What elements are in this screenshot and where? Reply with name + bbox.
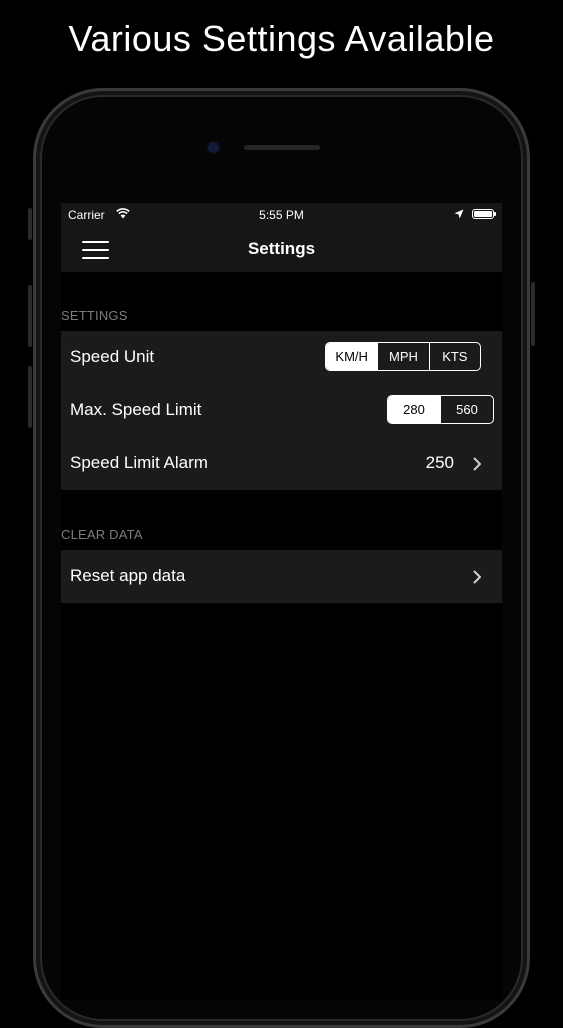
status-bar: Carrier 5:55 PM	[61, 203, 502, 227]
max-speed-limit-row: Max. Speed Limit 280 560	[61, 384, 502, 437]
segment-kmh[interactable]: KM/H	[326, 343, 378, 370]
chevron-right-icon	[473, 457, 481, 471]
max-speed-limit-label: Max. Speed Limit	[70, 400, 202, 419]
location-arrow-icon	[454, 209, 464, 219]
speed-unit-segmented-control: KM/H MPH KTS	[325, 342, 481, 371]
mute-switch	[28, 208, 32, 240]
segment-280[interactable]: 280	[388, 396, 440, 423]
speed-limit-alarm-row[interactable]: Speed Limit Alarm 250	[61, 437, 502, 490]
volume-up-button	[28, 285, 32, 347]
reset-app-data-row[interactable]: Reset app data	[61, 550, 502, 603]
section-header-settings: SETTINGS	[61, 308, 128, 323]
segment-560[interactable]: 560	[440, 396, 493, 423]
speed-unit-row: Speed Unit KM/H MPH KTS	[61, 331, 502, 384]
app-screen: Carrier 5:55 PM Settings SETTINGS Speed …	[61, 203, 502, 1000]
page-title: Settings	[247, 239, 316, 258]
speed-limit-alarm-label: Speed Limit Alarm	[70, 453, 208, 472]
segment-mph[interactable]: MPH	[377, 343, 428, 370]
segment-kts[interactable]: KTS	[428, 343, 480, 370]
navigation-bar: Settings	[61, 227, 502, 272]
clear-data-group: Reset app data	[61, 550, 502, 603]
power-button	[531, 282, 535, 346]
speed-unit-label: Speed Unit	[70, 347, 155, 366]
earpiece-speaker	[244, 145, 320, 150]
clock: 5:55 PM	[259, 208, 304, 222]
chevron-right-icon	[473, 570, 481, 584]
max-speed-segmented-control: 280 560	[387, 395, 494, 424]
front-camera	[208, 142, 219, 153]
settings-group: Speed Unit KM/H MPH KTS Max. Speed Limit…	[61, 331, 502, 490]
reset-app-data-label: Reset app data	[70, 566, 186, 585]
volume-down-button	[28, 366, 32, 428]
section-header-clear-data: CLEAR DATA	[61, 527, 143, 542]
speed-limit-alarm-value: 250	[425, 453, 454, 472]
battery-icon	[472, 209, 496, 219]
promo-headline: Various Settings Available	[68, 18, 495, 59]
